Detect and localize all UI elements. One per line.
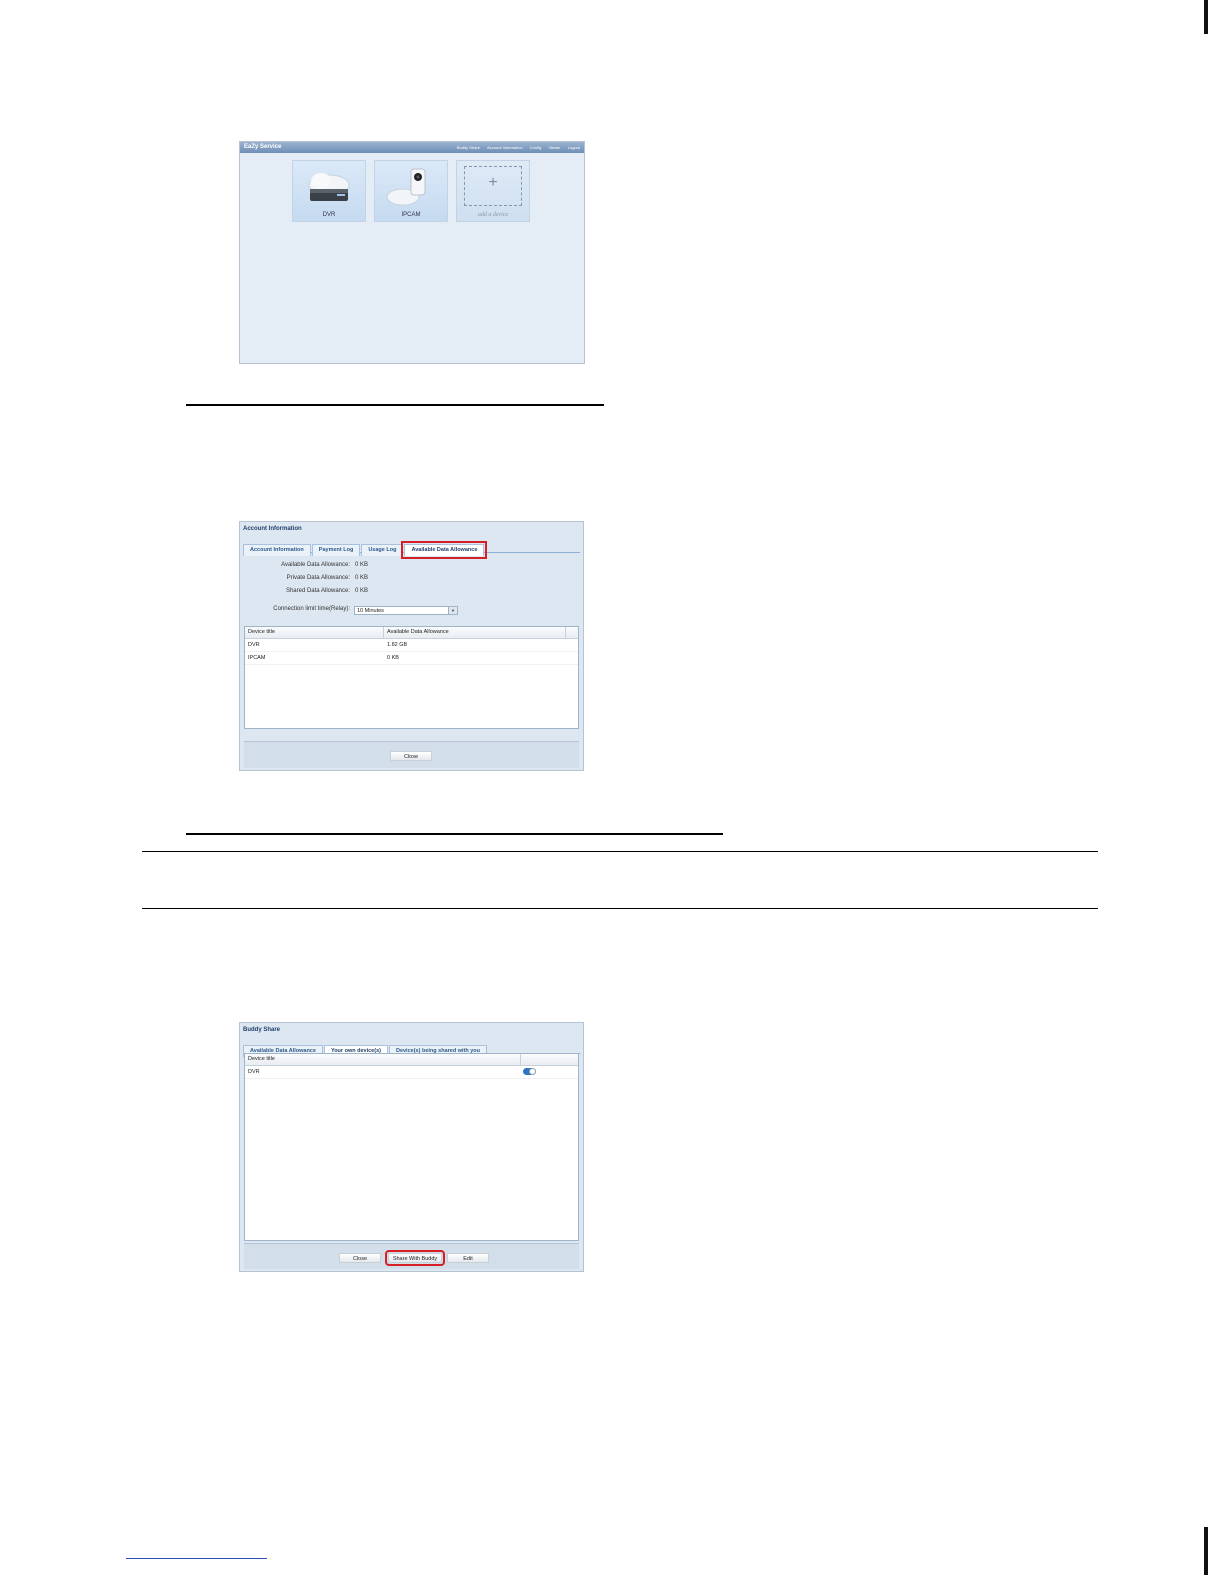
tab-payment-log[interactable]: Payment Log	[311, 544, 361, 556]
menu-buddy-share[interactable]: Buddy Share	[457, 145, 480, 150]
app-header-bar: EaZy Service Buddy Share Account Informa…	[240, 142, 584, 153]
field-label: Connection limit time(Relay):	[273, 606, 350, 612]
tile-label: add a device	[477, 212, 509, 218]
tile-label: IPCAM	[401, 212, 421, 218]
menu-account-information[interactable]: Account Information	[487, 145, 523, 150]
tab-usage-log[interactable]: Usage Log	[361, 544, 404, 556]
menu-logout[interactable]: Logout	[568, 145, 580, 150]
section-underline-2	[186, 833, 723, 835]
column-divider	[383, 627, 384, 638]
share-with-buddy-button[interactable]: Share With Buddy	[385, 1250, 445, 1266]
buddy-share-screenshot: Buddy Share Available Data Allowance Your…	[239, 1022, 584, 1272]
footnote-link-underline[interactable]	[126, 1558, 267, 1559]
add-device-tile[interactable]: + add a device	[456, 160, 530, 222]
tile-label: DVR	[322, 212, 336, 218]
private-data-allowance-field: Private Data Allowance: 0 KB	[244, 575, 368, 581]
note-border-top	[142, 851, 1098, 852]
table-header: Device title	[245, 1054, 578, 1066]
device-tile-dvr[interactable]: DVR	[292, 160, 366, 222]
field-value: 0 KB	[355, 562, 369, 568]
tab-bar: Account Information Payment Log Usage Log A…	[243, 538, 580, 559]
field-value: 0 KB	[355, 588, 369, 594]
menu-config[interactable]: Config	[530, 145, 542, 150]
section-underline-1	[186, 404, 604, 406]
app-title: EaZy Service	[244, 144, 282, 150]
plus-icon: +	[488, 174, 498, 191]
cell-available-data: 0 KB	[387, 655, 399, 661]
field-label: Available Data Allowance:	[281, 562, 350, 568]
column-divider	[565, 627, 566, 638]
dvr-cloud-icon	[308, 173, 350, 201]
edit-button[interactable]: Edit	[447, 1253, 489, 1263]
column-divider	[520, 1054, 521, 1065]
cell-device-title: IPCAM	[248, 655, 266, 661]
tab-bar: Available Data Allowance Your own device(…	[243, 1039, 580, 1057]
device-allowance-table: Device title Available Data Allowance DV…	[244, 626, 579, 729]
device-tile-ipcam[interactable]: IPCAM	[374, 160, 448, 222]
tab-available-data-allowance[interactable]: Available Data Allowance	[401, 541, 488, 559]
table-row[interactable]: DVR 1.82 GB	[245, 639, 578, 652]
tab-account-information[interactable]: Account Information	[243, 544, 311, 556]
dialog-footer: Close	[244, 741, 579, 768]
table-row[interactable]: DVR	[245, 1066, 578, 1079]
top-menu: Buddy Share Account Information Config V…	[451, 142, 580, 153]
field-label: Private Data Allowance:	[286, 575, 350, 581]
column-header-device-title[interactable]: Device title	[248, 627, 275, 638]
table-row[interactable]: IPCAM 0 KB	[245, 652, 578, 665]
chevron-down-icon[interactable]: ▼	[448, 607, 457, 614]
field-value: 0 KB	[355, 575, 369, 581]
column-header-device-title[interactable]: Device title	[248, 1054, 275, 1065]
shared-data-allowance-field: Shared Data Allowance: 0 KB	[244, 588, 368, 594]
own-devices-table: Device title DVR	[244, 1053, 579, 1241]
note-border-bottom	[142, 908, 1098, 909]
cell-device-title: DVR	[248, 1069, 260, 1075]
close-button[interactable]: Close	[390, 751, 432, 761]
field-label: Shared Data Allowance:	[285, 588, 350, 594]
cell-device-title: DVR	[248, 642, 260, 648]
connection-limit-select[interactable]: 10 Minutes ▼	[354, 606, 458, 615]
column-header-available-data[interactable]: Available Data Allowance	[387, 627, 449, 638]
window-title: Account Information	[243, 526, 302, 532]
dialog-footer: Close Share With Buddy Edit	[244, 1243, 579, 1269]
select-value: 10 Minutes	[357, 608, 384, 614]
table-header: Device title Available Data Allowance	[245, 627, 578, 639]
menu-viewer[interactable]: Viewer	[548, 145, 560, 150]
home-screenshot: EaZy Service Buddy Share Account Informa…	[239, 141, 585, 364]
available-data-allowance-field: Available Data Allowance: 0 KB	[244, 562, 368, 568]
page-edge-mark-bottom	[1204, 1527, 1208, 1575]
account-information-screenshot: Account Information Account Information P…	[239, 521, 584, 771]
cell-available-data: 1.82 GB	[387, 642, 408, 648]
page-edge-mark-top	[1204, 0, 1208, 34]
connection-limit-field: Connection limit time(Relay):	[244, 606, 350, 612]
window-title: Buddy Share	[243, 1027, 281, 1033]
ipcam-cloud-icon	[386, 168, 426, 206]
share-toggle[interactable]	[523, 1068, 536, 1075]
close-button[interactable]: Close	[339, 1253, 381, 1263]
